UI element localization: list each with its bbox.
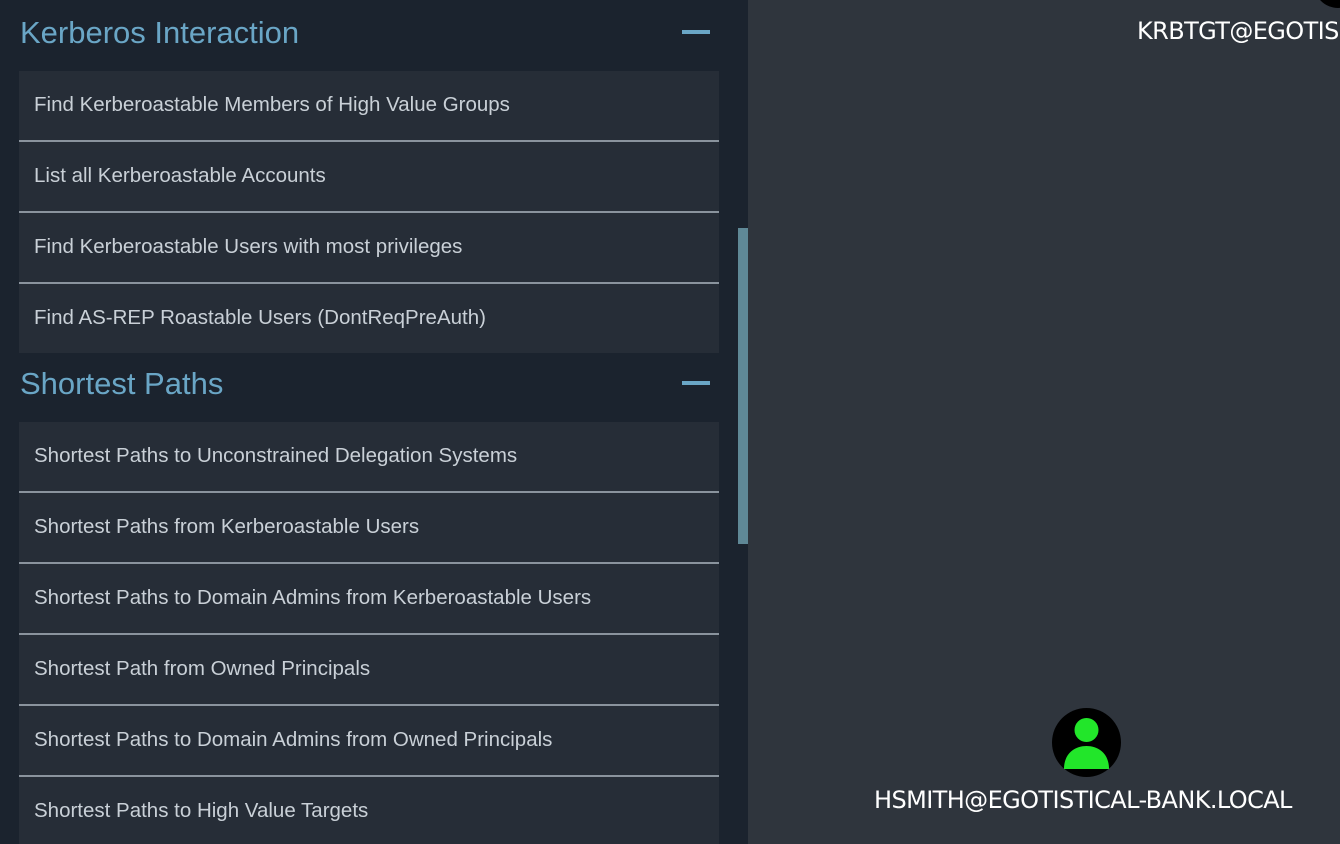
bloodhound-app: Kerberos Interaction Find Kerberoastable… <box>0 0 1340 844</box>
query-label: Find Kerberoastable Members of High Valu… <box>34 93 510 116</box>
query-label: Find AS-REP Roastable Users (DontReqPreA… <box>34 306 486 329</box>
user-node-hsmith[interactable] <box>1052 708 1121 777</box>
query-item[interactable]: Find Kerberoastable Users with most priv… <box>19 213 719 284</box>
section-title: Kerberos Interaction <box>20 15 300 50</box>
query-item[interactable]: List all Kerberoastable Accounts <box>19 142 719 213</box>
user-icon <box>1064 718 1109 769</box>
query-item[interactable]: Find Kerberoastable Members of High Valu… <box>19 71 719 142</box>
query-item[interactable]: Shortest Paths from Kerberoastable Users <box>19 493 719 564</box>
query-label: Shortest Paths from Kerberoastable Users <box>34 515 420 538</box>
query-list-shortest-paths: Shortest Paths to Unconstrained Delegati… <box>19 422 719 844</box>
query-label: Shortest Paths to High Value Targets <box>34 799 369 822</box>
section-header-shortest-paths[interactable]: Shortest Paths <box>0 351 736 421</box>
query-panel: Kerberos Interaction Find Kerberoastable… <box>0 0 748 844</box>
section-title: Shortest Paths <box>20 366 224 401</box>
query-label: Shortest Paths to Unconstrained Delegati… <box>34 444 518 467</box>
query-item[interactable]: Shortest Paths to High Value Targets <box>19 777 719 844</box>
query-label: Shortest Path from Owned Principals <box>34 657 371 680</box>
scrollbar-thumb[interactable] <box>738 228 748 544</box>
node-label-hsmith: HSMITH@EGOTISTICAL-BANK.LOCAL <box>874 786 1292 814</box>
minus-icon[interactable] <box>682 381 710 385</box>
query-label: List all Kerberoastable Accounts <box>34 164 326 187</box>
minus-icon[interactable] <box>682 30 710 34</box>
query-item[interactable]: Shortest Paths to Unconstrained Delegati… <box>19 422 719 493</box>
query-item[interactable]: Shortest Path from Owned Principals <box>19 635 719 706</box>
user-node-krbtgt[interactable] <box>1314 0 1340 8</box>
section-header-kerberos-interaction[interactable]: Kerberos Interaction <box>0 0 736 70</box>
node-label-krbtgt: KRBTGT@EGOTIS <box>1137 17 1339 45</box>
query-label: Shortest Paths to Domain Admins from Ker… <box>34 586 592 609</box>
query-item[interactable]: Find AS-REP Roastable Users (DontReqPreA… <box>19 284 719 353</box>
query-item[interactable]: Shortest Paths to Domain Admins from Ker… <box>19 564 719 635</box>
query-list-kerberos-interaction: Find Kerberoastable Members of High Valu… <box>19 71 719 353</box>
query-label: Shortest Paths to Domain Admins from Own… <box>34 728 553 751</box>
graph-canvas[interactable]: KRBTGT@EGOTIS HSMITH@EGOTISTICAL-BANK.LO… <box>748 0 1340 844</box>
query-item[interactable]: Shortest Paths to Domain Admins from Own… <box>19 706 719 777</box>
query-label: Find Kerberoastable Users with most priv… <box>34 235 463 258</box>
